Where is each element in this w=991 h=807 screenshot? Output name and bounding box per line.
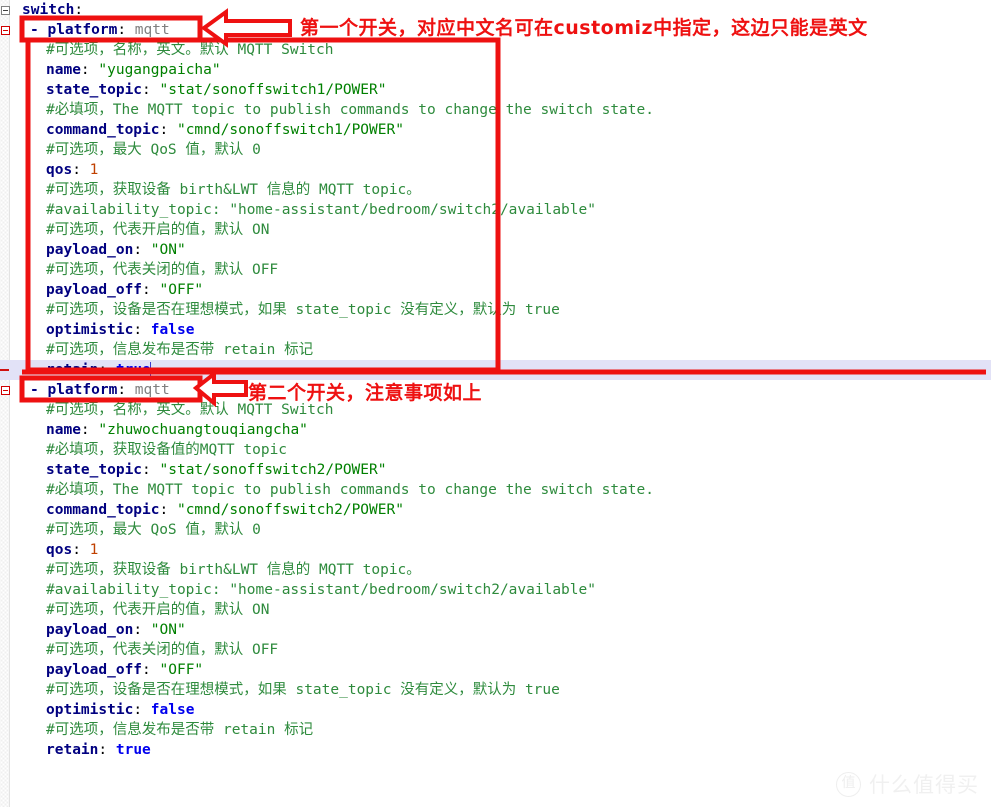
text-caret [150, 362, 152, 379]
code-line-pair[interactable]: optimistic: false [0, 320, 991, 340]
code-line-comment[interactable]: #可选项，信息发布是否带 retain 标记 [0, 720, 991, 740]
code-line-comment[interactable]: #可选项，名称，英文。默认 MQTT Switch [0, 400, 991, 420]
code-line-platform-header[interactable]: - platform: mqtt [0, 380, 991, 400]
fold-marker-root[interactable] [1, 6, 10, 15]
code-line-pair[interactable]: payload_off: "OFF" [0, 660, 991, 680]
comment-text: #可选项，信息发布是否带 retain 标记 [46, 722, 314, 738]
code-line-root-key[interactable]: switch: [0, 0, 991, 20]
comment-text: #可选项，获取设备 birth&LWT 信息的 MQTT topic。 [46, 562, 421, 578]
comment-text: #必填项，The MQTT topic to publish commands … [46, 482, 654, 498]
yaml-pair-state_topic: state_topic: "stat/sonoffswitch1/POWER" [46, 82, 387, 98]
code-line-pair[interactable]: qos: 1 [0, 160, 991, 180]
yaml-pair-optimistic: optimistic: false [46, 322, 195, 338]
yaml-pair-optimistic: optimistic: false [46, 702, 195, 718]
comment-text: #availability_topic: "home-assistant/bed… [46, 202, 596, 218]
watermark-badge: 值 [836, 771, 861, 797]
comment-text: #必填项，The MQTT topic to publish commands … [46, 102, 654, 118]
comment-text: #可选项，代表开启的值，默认 ON [46, 222, 270, 238]
comment-text: #可选项，代表开启的值，默认 ON [46, 602, 270, 618]
code-line-pair[interactable]: name: "zhuwochuangtouqiangcha" [0, 420, 991, 440]
code-line-pair[interactable]: payload_off: "OFF" [0, 280, 991, 300]
code-line-comment[interactable]: #可选项，名称，英文。默认 MQTT Switch [0, 40, 991, 60]
code-line-pair[interactable]: payload_on: "ON" [0, 240, 991, 260]
code-line-comment[interactable]: #可选项，最大 QoS 值，默认 0 [0, 140, 991, 160]
code-line-pair[interactable]: optimistic: false [0, 700, 991, 720]
code-line-comment[interactable]: #必填项，The MQTT topic to publish commands … [0, 480, 991, 500]
fold-marker-block[interactable] [1, 26, 10, 35]
change-indicator [0, 369, 9, 371]
watermark-text: 什么值得买 [869, 773, 979, 797]
yaml-pair-retain: retain: true [46, 742, 151, 758]
root-key-text: switch: [22, 2, 84, 18]
code-line-pair[interactable]: payload_on: "ON" [0, 620, 991, 640]
yaml-pair-name: name: "yugangpaicha" [46, 62, 221, 78]
code-line-comment[interactable]: #可选项，代表关闭的值，默认 OFF [0, 640, 991, 660]
comment-text: #可选项，获取设备 birth&LWT 信息的 MQTT topic。 [46, 182, 421, 198]
comment-text: #可选项，设备是否在理想模式，如果 state_topic 没有定义，默认为 t… [46, 302, 560, 318]
code-line-comment[interactable]: #可选项，设备是否在理想模式，如果 state_topic 没有定义，默认为 t… [0, 680, 991, 700]
code-line-comment[interactable]: #可选项，代表开启的值，默认 ON [0, 600, 991, 620]
comment-text: #可选项，最大 QoS 值，默认 0 [46, 142, 261, 158]
code-line-comment[interactable]: #availability_topic: "home-assistant/bed… [0, 580, 991, 600]
yaml-pair-payload_on: payload_on: "ON" [46, 242, 186, 258]
comment-text: #必填项，获取设备值的MQTT topic [46, 442, 288, 458]
code-editor[interactable]: switch: - platform: mqtt #可选项，名称，英文。默认 MQT… [0, 0, 991, 807]
code-line-platform-header[interactable]: - platform: mqtt [0, 20, 991, 40]
comment-text: #可选项，代表关闭的值，默认 OFF [46, 262, 279, 278]
code-line-current[interactable]: retain: true [0, 360, 991, 380]
code-line-comment[interactable]: #可选项，最大 QoS 值，默认 0 [0, 520, 991, 540]
yaml-pair-payload_off: payload_off: "OFF" [46, 282, 204, 298]
yaml-pair-payload_on: payload_on: "ON" [46, 622, 186, 638]
code-line-comment[interactable]: #可选项，设备是否在理想模式，如果 state_topic 没有定义，默认为 t… [0, 300, 991, 320]
code-line-pair[interactable]: command_topic: "cmnd/sonoffswitch2/POWER… [0, 500, 991, 520]
comment-text: #可选项，名称，英文。默认 MQTT Switch [46, 402, 334, 418]
yaml-pair-name: name: "zhuwochuangtouqiangcha" [46, 422, 308, 438]
comment-text: #可选项，设备是否在理想模式，如果 state_topic 没有定义，默认为 t… [46, 682, 560, 698]
code-line-pair[interactable]: state_topic: "stat/sonoffswitch1/POWER" [0, 80, 991, 100]
yaml-pair-qos: qos: 1 [46, 162, 99, 178]
code-line-pair[interactable]: state_topic: "stat/sonoffswitch2/POWER" [0, 460, 991, 480]
comment-text: #可选项，信息发布是否带 retain 标记 [46, 342, 314, 358]
code-line-pair[interactable]: command_topic: "cmnd/sonoffswitch1/POWER… [0, 120, 991, 140]
code-line-pair[interactable]: qos: 1 [0, 540, 991, 560]
code-line-comment[interactable]: #availability_topic: "home-assistant/bed… [0, 200, 991, 220]
yaml-pair-command_topic: command_topic: "cmnd/sonoffswitch1/POWER… [46, 122, 404, 138]
code-line-comment[interactable]: #可选项，获取设备 birth&LWT 信息的 MQTT topic。 [0, 560, 991, 580]
yaml-pair-payload_off: payload_off: "OFF" [46, 662, 204, 678]
code-line-comment[interactable]: #可选项，代表开启的值，默认 ON [0, 220, 991, 240]
code-line-comment[interactable]: #可选项，信息发布是否带 retain 标记 [0, 340, 991, 360]
platform-header-text: - platform: mqtt [30, 22, 170, 38]
comment-text: #availability_topic: "home-assistant/bed… [46, 582, 596, 598]
code-line-comment[interactable]: #可选项，获取设备 birth&LWT 信息的 MQTT topic。 [0, 180, 991, 200]
code-line-comment[interactable]: #可选项，代表关闭的值，默认 OFF [0, 260, 991, 280]
code-line-pair[interactable]: retain: true [0, 740, 991, 760]
fold-marker-block[interactable] [1, 386, 10, 395]
yaml-pair-qos: qos: 1 [46, 542, 99, 558]
platform-header-text: - platform: mqtt [30, 382, 170, 398]
code-line-comment[interactable]: #必填项，The MQTT topic to publish commands … [0, 100, 991, 120]
code-line-comment[interactable]: #必填项，获取设备值的MQTT topic [0, 440, 991, 460]
yaml-pair-state_topic: state_topic: "stat/sonoffswitch2/POWER" [46, 462, 387, 478]
comment-text: #可选项，最大 QoS 值，默认 0 [46, 522, 261, 538]
comment-text: #可选项，代表关闭的值，默认 OFF [46, 642, 279, 658]
watermark: 值 什么值得买 [836, 769, 979, 799]
comment-text: #可选项，名称，英文。默认 MQTT Switch [46, 42, 334, 58]
yaml-pair-command_topic: command_topic: "cmnd/sonoffswitch2/POWER… [46, 502, 404, 518]
code-line-pair[interactable]: name: "yugangpaicha" [0, 60, 991, 80]
yaml-pair-retain: retain: true [46, 362, 151, 378]
